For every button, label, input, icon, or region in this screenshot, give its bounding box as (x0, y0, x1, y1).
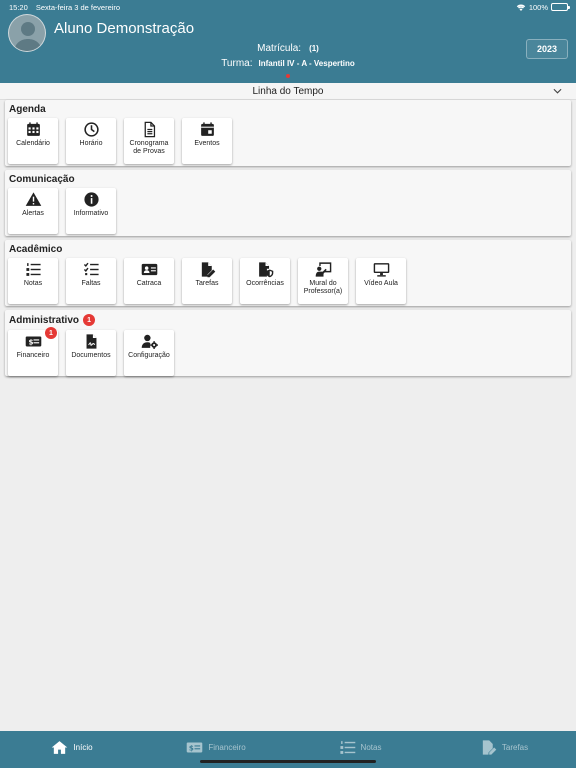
warning-icon (25, 192, 41, 206)
tile-label: Catraca (136, 280, 162, 287)
nav-label: Notas (360, 743, 382, 752)
tile-notas[interactable]: Notas (8, 258, 58, 304)
status-bar: 15:20 Sexta-feira 3 de fevereiro 100% (9, 2, 570, 12)
calendar-event-icon (200, 122, 214, 136)
money-icon: $ (187, 742, 203, 753)
tile-label: Calendário (16, 140, 50, 147)
money-icon: $ (25, 336, 41, 347)
info-icon (83, 192, 99, 207)
nav-label: Tarefas (501, 743, 529, 752)
checklist-icon (83, 262, 99, 276)
nav-inicio[interactable]: Início (0, 731, 144, 768)
tile-label: Documentos (71, 352, 111, 359)
tile-tarefas[interactable]: Tarefas (182, 258, 232, 304)
section-title: Acadêmico (9, 244, 63, 255)
header: 15:20 Sexta-feira 3 de fevereiro 100% Al… (0, 0, 576, 83)
tile-cronograma-de-provas[interactable]: Cronograma de Provas (124, 118, 174, 164)
battery-icon (551, 3, 570, 11)
numbered-list-icon (339, 741, 355, 754)
nav-label: Início (73, 743, 93, 752)
student-name: Aluno Demonstração (54, 20, 195, 37)
wifi-icon (516, 3, 526, 11)
status-time: 15:20 (9, 2, 28, 12)
tile-documentos[interactable]: Documentos (66, 330, 116, 376)
file-shield-icon (258, 262, 273, 278)
enrollment-value: (1) (309, 44, 319, 53)
tile-label: Vídeo Aula (364, 280, 398, 287)
tile-label: Informativo (73, 210, 109, 217)
tile-label: Eventos (194, 140, 220, 147)
notification-badge: 1 (83, 314, 96, 326)
tile-label: Faltas (81, 280, 101, 287)
tile-catraca[interactable]: Catraca (124, 258, 174, 304)
file-signature-icon (86, 334, 96, 349)
tile-label: Cronograma de Provas (129, 140, 169, 155)
tile-horario[interactable]: Horário (66, 118, 116, 164)
section-administrativo: Administrativo 1 $ Financeiro 1 Document… (5, 310, 571, 376)
tile-label: Tarefas (195, 280, 219, 287)
tile-video-aula[interactable]: Vídeo Aula (356, 258, 406, 304)
tile-faltas[interactable]: Faltas (66, 258, 116, 304)
section-title: Agenda (9, 104, 46, 115)
chevron-down-icon (553, 86, 562, 97)
svg-text:$: $ (189, 743, 194, 752)
teacher-board-icon (315, 262, 331, 277)
tile-label: Mural do Professor(a) (303, 280, 343, 295)
tile-label: Ocorrências (246, 280, 284, 287)
file-edit-icon (201, 262, 215, 278)
home-indicator (200, 760, 376, 763)
tile-label: Horário (79, 140, 103, 147)
tile-ocorrencias[interactable]: Ocorrências (240, 258, 290, 304)
tile-eventos[interactable]: Eventos (182, 118, 232, 164)
section-title: Administrativo 1 (9, 314, 96, 326)
tile-mural-do-professor[interactable]: Mural do Professor(a) (298, 258, 348, 304)
nav-tarefas[interactable]: Tarefas (432, 731, 576, 768)
notification-badge: 1 (45, 327, 57, 339)
calendar-icon (26, 122, 40, 136)
tile-label: Alertas (22, 210, 44, 217)
page-indicator-dot (286, 74, 290, 78)
class-row: Turma: Infantil IV - A - Vespertino (0, 58, 576, 69)
tile-calendario[interactable]: Calendário (8, 118, 58, 164)
status-date: Sexta-feira 3 de fevereiro (35, 2, 121, 12)
battery-percent: 100% (528, 2, 548, 12)
tile-label: Notas (23, 280, 43, 287)
nav-label: Financeiro (208, 743, 246, 752)
numbered-list-icon (25, 263, 41, 276)
enrollment-row: Matrícula: (1) (0, 43, 576, 54)
document-icon (144, 121, 155, 138)
monitor-icon (373, 263, 389, 277)
tile-financeiro[interactable]: $ Financeiro 1 (8, 327, 58, 376)
section-comunicacao: Comunicação Alertas Informativo (5, 170, 571, 236)
section-title: Comunicação (9, 174, 75, 185)
clock-icon (83, 122, 99, 137)
timeline-toggle[interactable]: Linha do Tempo (0, 83, 576, 100)
tile-alertas[interactable]: Alertas (8, 188, 58, 234)
class-label: Turma: (221, 58, 253, 69)
enrollment-label: Matrícula: (257, 43, 302, 54)
section-agenda: Agenda Calendário Horário Cronograma de … (5, 100, 571, 166)
class-value: Infantil IV - A - Vespertino (258, 59, 355, 68)
tile-label: Configuração (128, 352, 170, 359)
tile-label: Financeiro (16, 352, 50, 359)
user-gear-icon (141, 334, 158, 349)
timeline-label: Linha do Tempo (252, 85, 324, 97)
file-edit-icon (482, 740, 497, 755)
section-academico: Acadêmico Notas Faltas Catraca Tarefas O… (5, 240, 571, 306)
svg-text:$: $ (28, 337, 33, 346)
tile-configuracao[interactable]: Configuração (124, 330, 174, 376)
tile-informativo[interactable]: Informativo (66, 188, 116, 234)
id-card-icon (141, 263, 157, 276)
home-icon (52, 741, 68, 754)
